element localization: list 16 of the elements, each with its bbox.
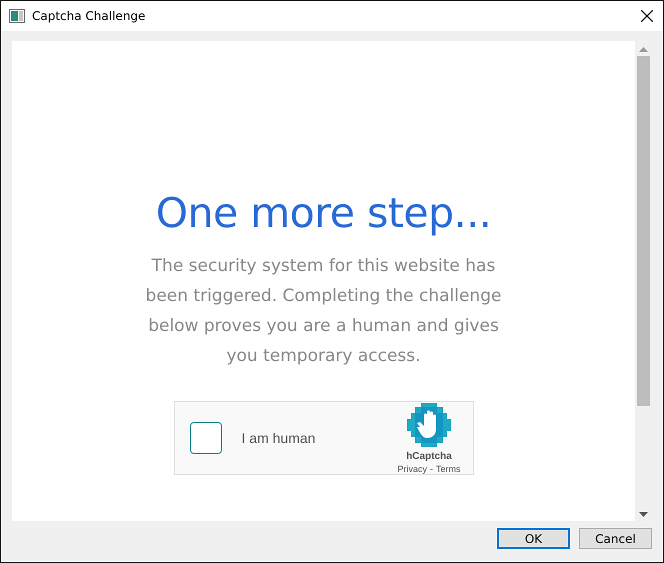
scroll-thumb[interactable] xyxy=(637,56,650,406)
window-title: Captcha Challenge xyxy=(32,9,146,23)
brand-name: hCaptcha xyxy=(406,450,452,462)
scroll-down-icon[interactable] xyxy=(639,512,648,517)
privacy-link[interactable]: Privacy xyxy=(397,464,427,474)
window-icon xyxy=(9,9,25,23)
scroll-up-icon[interactable] xyxy=(639,47,648,52)
captcha-checkbox[interactable] xyxy=(190,422,222,454)
terms-link[interactable]: Terms xyxy=(436,464,460,474)
link-separator: - xyxy=(430,464,433,474)
heading: One more step... xyxy=(156,189,492,237)
close-button[interactable] xyxy=(639,8,655,24)
captcha-label: I am human xyxy=(242,430,316,446)
message-text: The security system for this website has been triggered. Completing the challenge below proves you are a human and gives you temporary access. xyxy=(144,255,502,368)
dialog-button[interactable]: OK xyxy=(497,528,570,549)
dialog-button[interactable]: Cancel xyxy=(579,528,652,549)
